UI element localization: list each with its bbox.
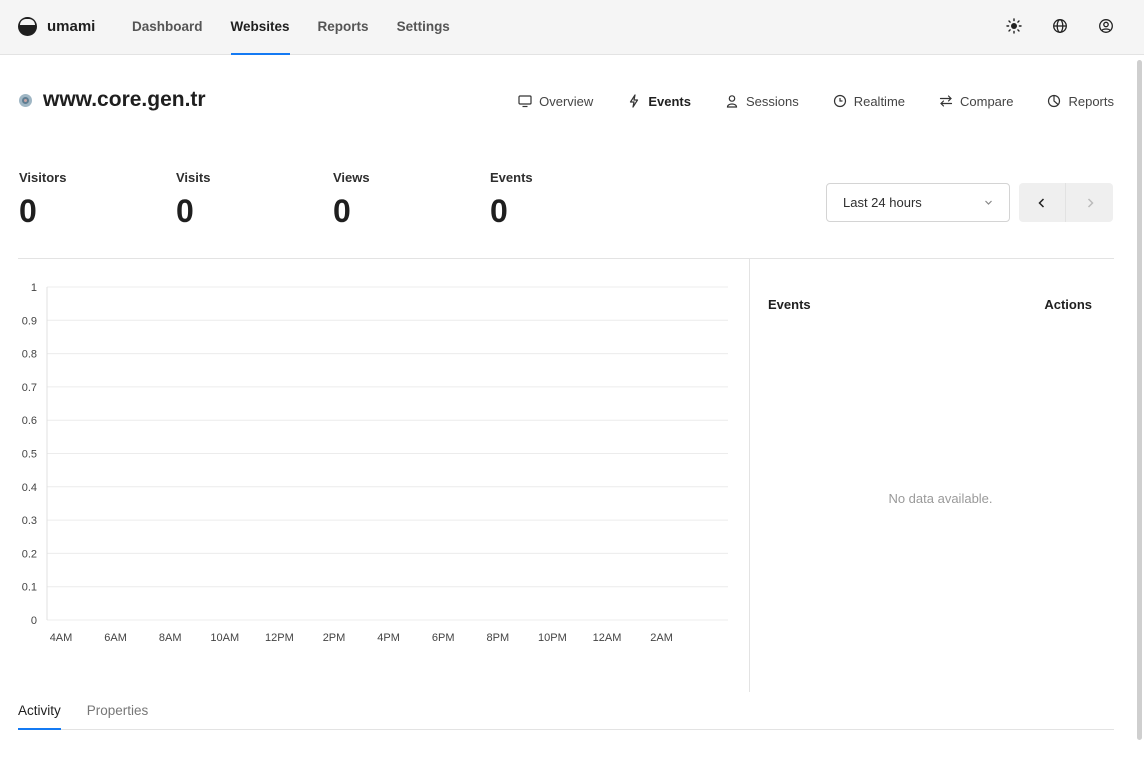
y-tick-label: 0.8 [22, 349, 37, 361]
top-header: umami Dashboard Websites Reports Setting… [0, 0, 1144, 55]
header-actions [1006, 18, 1114, 34]
subnav-overview[interactable]: Overview [518, 91, 593, 111]
y-tick-label: 0.4 [22, 482, 37, 494]
language-globe-icon[interactable] [1052, 18, 1068, 34]
y-tick-label: 0.7 [22, 382, 37, 394]
y-tick-label: 1 [31, 282, 37, 294]
metric-visits: Visits 0 [176, 170, 333, 228]
subnav-realtime-label: Realtime [853, 93, 905, 109]
y-tick-label: 0.5 [22, 449, 37, 461]
events-column-header: Events [768, 297, 811, 312]
lightning-icon [630, 94, 639, 108]
subnav-compare[interactable]: Compare [939, 91, 1013, 111]
x-tick-label: 2AM [650, 632, 673, 644]
metrics-bar: Visitors 0 Visits 0 Views 0 Events 0 [19, 170, 647, 228]
metric-visitors: Visitors 0 [19, 170, 176, 228]
metric-label: Views [333, 170, 370, 185]
y-tick-label: 0.3 [22, 515, 37, 527]
chevron-down-icon [985, 200, 992, 205]
metric-value: 0 [19, 193, 37, 229]
x-tick-label: 6PM [432, 632, 455, 644]
nav-settings[interactable]: Settings [397, 0, 450, 55]
clock-icon [833, 94, 846, 108]
metric-label: Visitors [19, 170, 67, 185]
y-tick-label: 0.1 [22, 582, 37, 594]
y-tick-label: 0.9 [22, 315, 37, 327]
metric-label: Visits [176, 170, 211, 185]
tab-activity[interactable]: Activity [18, 700, 61, 730]
nav-reports[interactable]: Reports [318, 0, 369, 55]
website-title: www.core.gen.tr [18, 88, 206, 112]
y-tick-label: 0.6 [22, 415, 37, 427]
panel-divider [749, 259, 750, 692]
subnav-reports[interactable]: Reports [1047, 91, 1114, 111]
metric-events: Events 0 [490, 170, 647, 228]
subnav-overview-label: Overview [539, 93, 594, 109]
bottom-tabs: Activity Properties [18, 700, 1114, 730]
main-nav: Dashboard Websites Reports Settings [132, 0, 478, 55]
x-tick-label: 12AM [593, 632, 622, 644]
monitor-icon [518, 95, 532, 108]
x-tick-label: 10PM [538, 632, 567, 644]
website-favicon-icon [19, 93, 32, 107]
app-logo[interactable]: umami [18, 17, 95, 36]
app-name: umami [47, 18, 96, 35]
x-tick-label: 2PM [323, 632, 346, 644]
compare-arrows-icon [939, 95, 953, 107]
x-tick-label: 6AM [104, 632, 127, 644]
subnav-realtime[interactable]: Realtime [833, 91, 905, 111]
x-tick-label: 8AM [159, 632, 182, 644]
previous-period-button[interactable] [1019, 183, 1066, 222]
x-tick-label: 4AM [50, 632, 73, 644]
website-subnav: Overview Events Sessions Realtime Compar… [518, 91, 1114, 111]
tab-properties[interactable]: Properties [87, 700, 149, 730]
metric-label: Events [490, 170, 533, 185]
subnav-events[interactable]: Events [627, 91, 691, 111]
metric-views: Views 0 [333, 170, 490, 228]
no-data-message: No data available. [888, 491, 993, 506]
events-table-header: Events Actions [768, 297, 1092, 312]
x-tick-label: 10AM [210, 632, 239, 644]
subnav-reports-label: Reports [1068, 93, 1114, 109]
chevron-left-icon [1038, 197, 1045, 208]
actions-column-header: Actions [1044, 297, 1092, 312]
subnav-sessions-label: Sessions [745, 93, 799, 109]
umami-logo-icon [18, 17, 37, 36]
user-icon [726, 95, 738, 108]
date-range-value: Last 24 hours [843, 195, 922, 210]
chevron-right-icon [1087, 197, 1094, 208]
metric-value: 0 [490, 193, 508, 229]
page-scrollbar[interactable] [1137, 60, 1142, 740]
website-name: www.core.gen.tr [43, 88, 206, 111]
date-range-select[interactable]: Last 24 hours [826, 183, 1010, 222]
subnav-events-label: Events [648, 93, 691, 109]
theme-sun-icon[interactable] [1006, 18, 1022, 34]
x-tick-label: 4PM [377, 632, 400, 644]
events-chart: 0 0.1 0.2 0.3 0.4 0.5 0.6 0.7 0.8 0.9 1 4AM 6AM 8AM 10… [22, 282, 728, 644]
y-tick-label: 0.2 [22, 548, 37, 560]
profile-icon[interactable] [1098, 18, 1114, 34]
section-divider [18, 258, 1114, 259]
date-pager [1019, 183, 1114, 222]
subnav-compare-label: Compare [960, 93, 1014, 109]
metric-value: 0 [176, 193, 194, 229]
nav-dashboard[interactable]: Dashboard [132, 0, 203, 55]
pie-chart-icon [1048, 94, 1061, 108]
x-tick-label: 8PM [486, 632, 509, 644]
nav-websites[interactable]: Websites [230, 0, 290, 55]
subnav-sessions[interactable]: Sessions [725, 91, 799, 111]
metric-value: 0 [333, 193, 351, 229]
x-tick-label: 12PM [265, 632, 294, 644]
y-tick-label: 0 [31, 615, 37, 627]
next-period-button[interactable] [1066, 183, 1113, 222]
